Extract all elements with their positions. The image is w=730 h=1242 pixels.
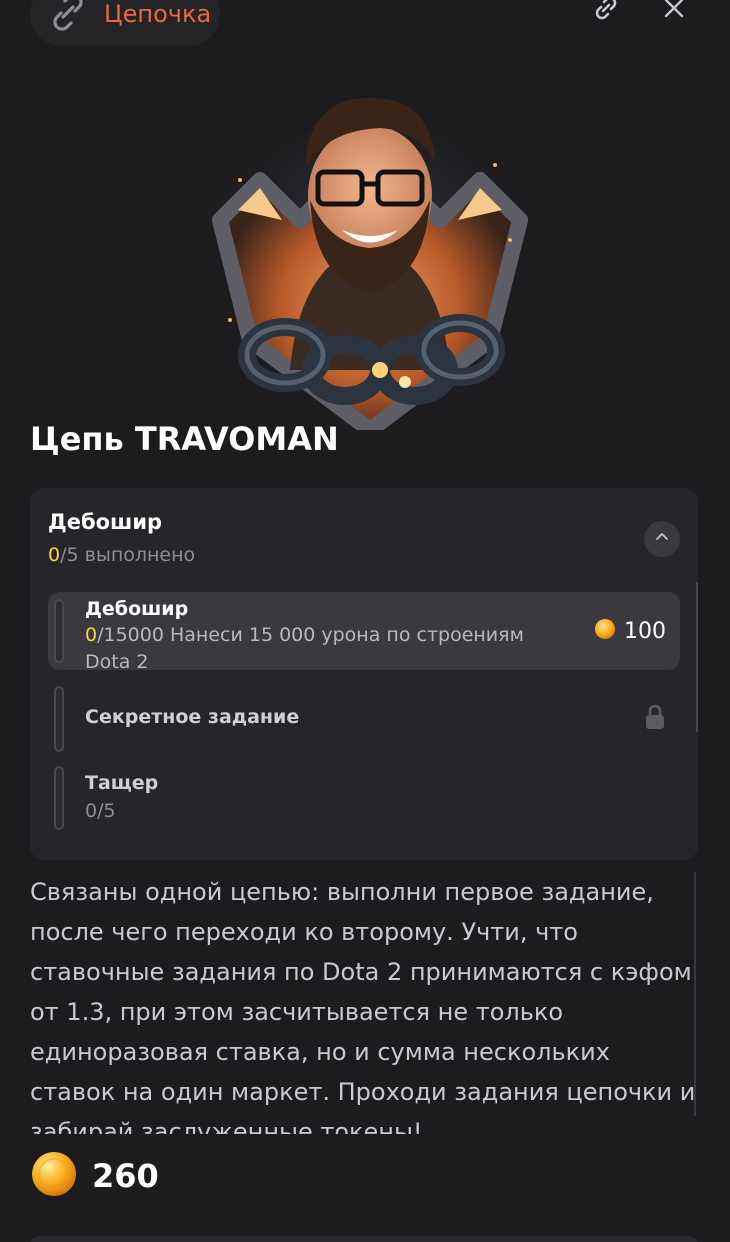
- task-name: Секретное задание: [85, 706, 300, 728]
- coin-icon: [30, 1150, 78, 1202]
- chain-icon: [48, 0, 88, 36]
- chain-description: Связаны одной цепью: выполни первое зада…: [30, 878, 696, 1134]
- task-reward-value: 100: [624, 618, 666, 644]
- task-progress: 0/5: [85, 800, 116, 822]
- task-progress-bar: [54, 766, 64, 830]
- task-progress-bar: [54, 599, 64, 663]
- task-description: 0/15000 Нанеси 15 000 урона по строениям…: [85, 624, 524, 673]
- total-reward-value: 260: [92, 1157, 159, 1195]
- quest-chain-screen: Цепочка Цепь TRAVOMAN Дебошир 0/5 выполн…: [0, 0, 730, 1242]
- copy-link-button[interactable]: [588, 0, 624, 28]
- coin-icon: [594, 618, 616, 644]
- task-item-active[interactable]: Дебошир 0/15000 Нанеси 15 000 урона по с…: [48, 592, 680, 673]
- chain-hero-image: [180, 70, 560, 430]
- task-item-locked[interactable]: Тащер 0/5: [48, 764, 680, 834]
- quest-card: Дебошир 0/5 выполнено Дебошир 0/15000 На…: [30, 488, 698, 860]
- task-name: Тащер: [85, 772, 159, 794]
- lock-icon: [645, 704, 665, 734]
- bottom-action-button[interactable]: [30, 1236, 698, 1242]
- task-progress-bar: [54, 686, 64, 752]
- card-scrollbar[interactable]: [696, 582, 698, 732]
- chain-label: Цепочка: [104, 0, 212, 28]
- total-reward: 260: [30, 1150, 159, 1202]
- task-item-secret[interactable]: Секретное задание: [48, 684, 680, 754]
- description-scrollbar[interactable]: [694, 872, 696, 1116]
- link-icon: [590, 0, 622, 28]
- chain-tag: Цепочка: [30, 0, 220, 46]
- collapse-button[interactable]: [644, 521, 680, 557]
- card-title: Дебошир: [48, 510, 163, 534]
- chevron-up-icon: [654, 529, 670, 549]
- close-icon: [662, 0, 686, 24]
- close-button[interactable]: [656, 0, 692, 28]
- task-name: Дебошир: [85, 598, 189, 620]
- task-reward: 100: [594, 618, 666, 644]
- chain-title: Цепь TRAVOMAN: [30, 420, 339, 458]
- card-progress: 0/5 выполнено: [48, 544, 196, 566]
